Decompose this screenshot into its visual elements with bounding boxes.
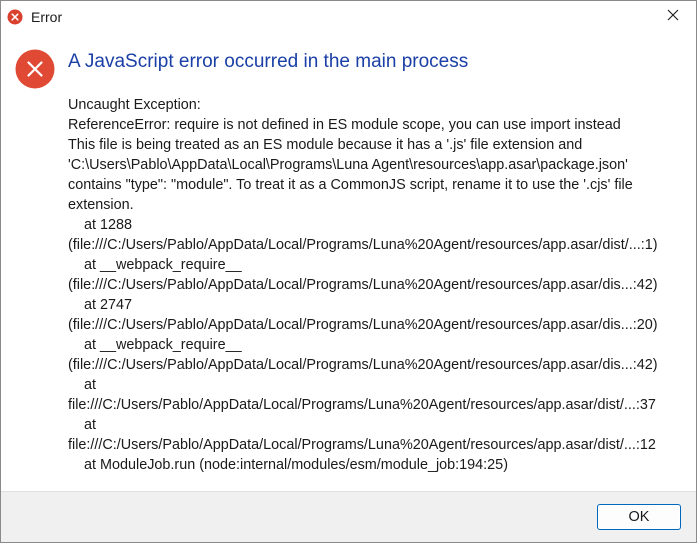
stack-frame-line: at <box>84 377 97 393</box>
close-button[interactable] <box>650 1 696 33</box>
stack-frame-location: (file:///C:/Users/Pablo/AppData/Local/Pr… <box>68 317 658 333</box>
stack-frame-line: at 2747 <box>84 297 133 313</box>
close-icon <box>666 8 680 27</box>
stack-frame-location: file:///C:/Users/Pablo/AppData/Local/Pro… <box>68 397 656 413</box>
message-line: contains "type": "module". To treat it a… <box>68 177 633 193</box>
stack-frame-location: file:///C:/Users/Pablo/AppData/Local/Pro… <box>68 437 656 453</box>
message-line: Uncaught Exception: <box>68 97 201 113</box>
stack-frame-line: at __webpack_require__ <box>84 257 242 273</box>
dialog-content: A JavaScript error occurred in the main … <box>1 33 696 491</box>
window-title: Error <box>31 9 63 25</box>
stack-frame-line: at __webpack_require__ <box>84 337 242 353</box>
error-icon <box>15 49 55 89</box>
error-dialog: Error A JavaScript error occurred in the… <box>0 0 697 543</box>
stack-frame-line: at ModuleJob.run (node:internal/modules/… <box>84 457 508 473</box>
message-line: This file is being treated as an ES modu… <box>68 137 583 153</box>
error-icon <box>7 9 23 25</box>
main-instruction: A JavaScript error occurred in the main … <box>68 51 469 72</box>
ok-button[interactable]: OK <box>597 504 681 530</box>
stack-frame-location: (file:///C:/Users/Pablo/AppData/Local/Pr… <box>68 237 658 253</box>
message-line: extension. <box>68 197 134 213</box>
error-message: Uncaught Exception: ReferenceError: requ… <box>68 95 686 475</box>
message-line: 'C:\Users\Pablo\AppData\Local\Programs\L… <box>68 157 628 173</box>
message-line: ReferenceError: require is not defined i… <box>68 117 621 133</box>
title-bar[interactable]: Error <box>1 1 696 33</box>
stack-frame-location: (file:///C:/Users/Pablo/AppData/Local/Pr… <box>68 357 658 373</box>
stack-frame-line: at 1288 <box>84 217 133 233</box>
stack-frame-line: at <box>84 417 97 433</box>
button-bar: OK <box>1 491 696 542</box>
stack-frame-location: (file:///C:/Users/Pablo/AppData/Local/Pr… <box>68 277 658 293</box>
